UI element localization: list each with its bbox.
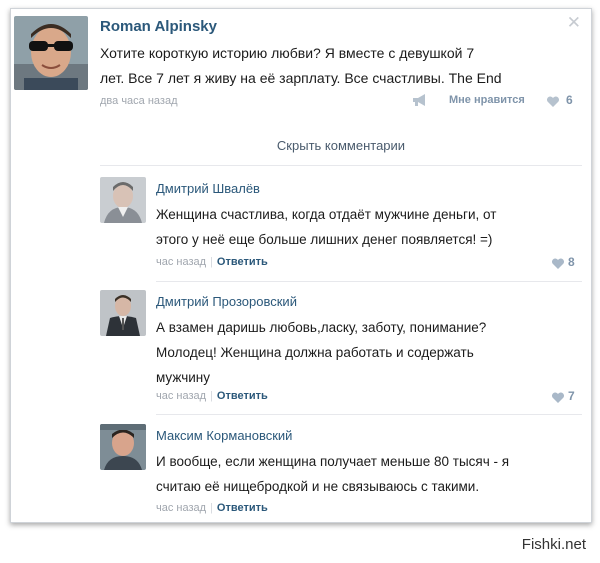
- comment-timestamp[interactable]: час назад: [156, 390, 206, 402]
- comment-timestamp[interactable]: час назад: [156, 256, 206, 268]
- hide-comments-button[interactable]: Скрыть комментарии: [101, 133, 581, 159]
- post-card: ✕ Roman Alpinsky Хотите короткую историю…: [10, 8, 592, 523]
- comment-text-line: этого у неё еще больше лишних денег появ…: [156, 232, 493, 247]
- comment-text: А взамен даришь любовь,ласку, заботу, по…: [156, 315, 576, 390]
- comment-meta: час назад | Ответить: [156, 502, 268, 514]
- comment-meta: час назад | Ответить: [156, 256, 268, 268]
- comment-like-count: 8: [568, 255, 575, 269]
- comment-text-line: мужчину: [156, 370, 210, 385]
- heart-icon[interactable]: [551, 391, 565, 409]
- post-text-line: лет. Все 7 лет я живу на её зарплату. Вс…: [100, 70, 502, 86]
- comment-author-name[interactable]: Дмитрий Прозоровский: [156, 294, 297, 309]
- comment-text: Женщина счастлива, когда отдаёт мужчине …: [156, 202, 576, 252]
- meta-separator: |: [210, 502, 213, 514]
- meta-separator: |: [210, 256, 213, 268]
- meta-separator: |: [210, 390, 213, 402]
- reply-button[interactable]: Ответить: [217, 502, 268, 514]
- comment-like-count: 7: [568, 389, 575, 403]
- comment-text-line: А взамен даришь любовь,ласку, заботу, по…: [156, 320, 487, 335]
- post-text: Хотите короткую историю любви? Я вместе …: [100, 41, 570, 91]
- divider: [156, 281, 582, 282]
- comment-author-name[interactable]: Максим Кормановский: [156, 428, 292, 443]
- comment-text-line: Молодец! Женщина должна работать и содер…: [156, 345, 474, 360]
- reply-button[interactable]: Ответить: [217, 390, 268, 402]
- comment-author-avatar[interactable]: [100, 424, 146, 470]
- post-like-count: 6: [566, 93, 573, 107]
- post-text-line: Хотите короткую историю любви? Я вместе …: [100, 45, 475, 61]
- post-author-avatar[interactable]: [14, 16, 88, 90]
- divider: [100, 165, 582, 166]
- post-author-name[interactable]: Roman Alpinsky: [100, 18, 217, 35]
- comment-text-line: И вообще, если женщина получает меньше 8…: [156, 454, 510, 469]
- heart-icon[interactable]: [551, 257, 565, 275]
- comment-author-avatar[interactable]: [100, 290, 146, 336]
- heart-icon[interactable]: [546, 95, 560, 113]
- comment-author-name[interactable]: Дмитрий Швалёв: [156, 181, 260, 196]
- reply-button[interactable]: Ответить: [217, 256, 268, 268]
- comment-meta: час назад | Ответить: [156, 390, 268, 402]
- close-icon[interactable]: ✕: [567, 13, 581, 33]
- comment-author-avatar[interactable]: [100, 177, 146, 223]
- comment-text-line: считаю её нищебродкой и не связываюсь с …: [156, 479, 480, 494]
- comment-text: И вообще, если женщина получает меньше 8…: [156, 449, 576, 499]
- site-watermark: Fishki.net: [521, 536, 586, 553]
- comment-text-line: Женщина счастлива, когда отдаёт мужчине …: [156, 207, 497, 222]
- divider: [156, 414, 582, 415]
- post-timestamp[interactable]: два часа назад: [100, 95, 177, 107]
- share-megaphone-icon[interactable]: [411, 93, 429, 112]
- comment-timestamp[interactable]: час назад: [156, 502, 206, 514]
- like-button[interactable]: Мне нравится: [449, 94, 525, 106]
